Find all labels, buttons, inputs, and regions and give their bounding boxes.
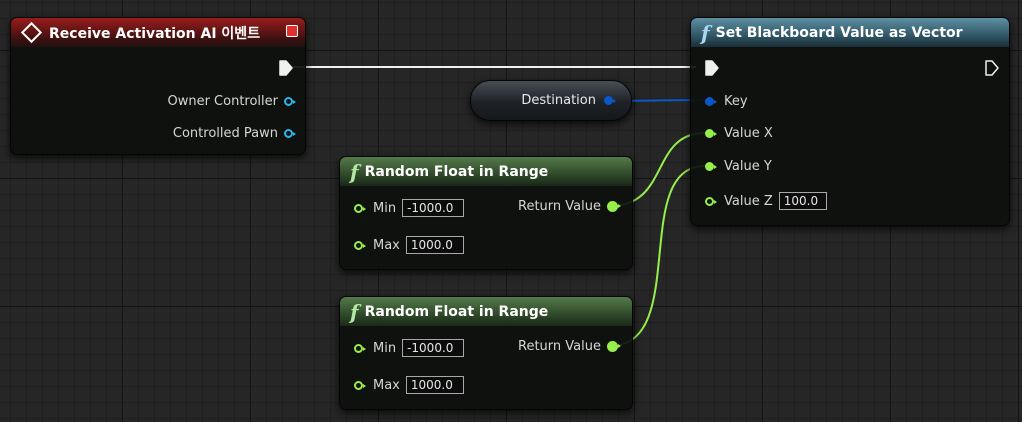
object-pin-icon[interactable] [284, 97, 296, 106]
object-pin-icon[interactable] [284, 129, 296, 138]
value-z-input[interactable]: 100.0 [778, 192, 827, 210]
value-y-label: Value Y [724, 159, 772, 174]
min-pin[interactable]: Min -1000.0 [354, 339, 465, 357]
key-pin[interactable]: Key [705, 94, 748, 109]
random-float-node-1[interactable]: f Random Float in Range Min -1000.0 Max … [339, 156, 633, 270]
key-label: Key [724, 94, 748, 109]
value-z-label: Value Z [724, 193, 773, 209]
exec-output-pin-icon[interactable] [985, 60, 999, 76]
random-float-title: Random Float in Range [364, 163, 549, 180]
value-z-pin[interactable]: Value Z 100.0 [705, 192, 827, 210]
event-diamond-icon [20, 21, 43, 44]
float-pin-icon[interactable] [607, 341, 621, 352]
min-label: Min [373, 200, 397, 216]
min-value-input[interactable]: -1000.0 [402, 339, 465, 357]
name-pin-icon[interactable] [604, 96, 616, 105]
min-pin[interactable]: Min -1000.0 [354, 199, 465, 217]
random-float-title: Random Float in Range [364, 303, 549, 320]
function-icon: f [701, 20, 710, 45]
float-pin-icon[interactable] [354, 240, 366, 250]
destination-label: Destination [521, 93, 596, 108]
owner-controller-pin[interactable]: Owner Controller [167, 94, 296, 109]
float-pin-icon[interactable] [705, 129, 717, 138]
float-pin-icon[interactable] [354, 343, 366, 353]
event-node-title: Receive Activation AI 이벤트 [49, 25, 261, 42]
return-value-pin[interactable]: Return Value [518, 199, 621, 214]
min-label: Min [373, 340, 397, 356]
return-value-pin[interactable]: Return Value [518, 339, 621, 354]
set-blackboard-node[interactable]: f Set Blackboard Value as Vector Key Val… [690, 17, 1010, 226]
random-float-node-2[interactable]: f Random Float in Range Min -1000.0 Max … [339, 296, 633, 410]
return-value-label: Return Value [518, 199, 601, 214]
owner-controller-label: Owner Controller [167, 94, 278, 109]
random-float-header[interactable]: f Random Float in Range [340, 157, 632, 186]
float-pin-icon[interactable] [354, 380, 366, 390]
exec-input-pin-icon[interactable] [705, 60, 719, 76]
random-float-header[interactable]: f Random Float in Range [340, 297, 632, 326]
float-pin-icon[interactable] [354, 203, 366, 213]
max-label: Max [373, 237, 400, 253]
function-icon: f [350, 159, 359, 184]
max-label: Max [373, 377, 400, 393]
max-value-input[interactable]: 1000.0 [405, 376, 464, 394]
max-pin[interactable]: Max 1000.0 [354, 376, 464, 394]
max-pin[interactable]: Max 1000.0 [354, 236, 464, 254]
set-blackboard-title: Set Blackboard Value as Vector [715, 24, 963, 41]
min-value-input[interactable]: -1000.0 [402, 199, 465, 217]
name-pin-icon[interactable] [705, 97, 717, 106]
event-node-receive-activation[interactable]: Receive Activation AI 이벤트 Owner Controll… [10, 17, 306, 155]
exec-output-pin-icon[interactable] [279, 60, 293, 76]
destination-variable-node[interactable]: Destination [470, 80, 632, 121]
controlled-pawn-pin[interactable]: Controlled Pawn [172, 126, 296, 141]
value-x-pin[interactable]: Value X [705, 126, 773, 141]
float-pin-icon[interactable] [607, 201, 621, 212]
event-node-header[interactable]: Receive Activation AI 이벤트 [11, 18, 305, 47]
float-pin-icon[interactable] [705, 162, 717, 171]
close-icon[interactable] [286, 25, 298, 37]
value-y-pin[interactable]: Value Y [705, 159, 772, 174]
function-icon: f [350, 299, 359, 324]
return-value-label: Return Value [518, 339, 601, 354]
value-x-label: Value X [724, 126, 773, 141]
set-blackboard-header[interactable]: f Set Blackboard Value as Vector [691, 18, 1009, 47]
float-pin-icon[interactable] [705, 196, 717, 206]
controlled-pawn-label: Controlled Pawn [172, 126, 278, 141]
max-value-input[interactable]: 1000.0 [405, 236, 464, 254]
